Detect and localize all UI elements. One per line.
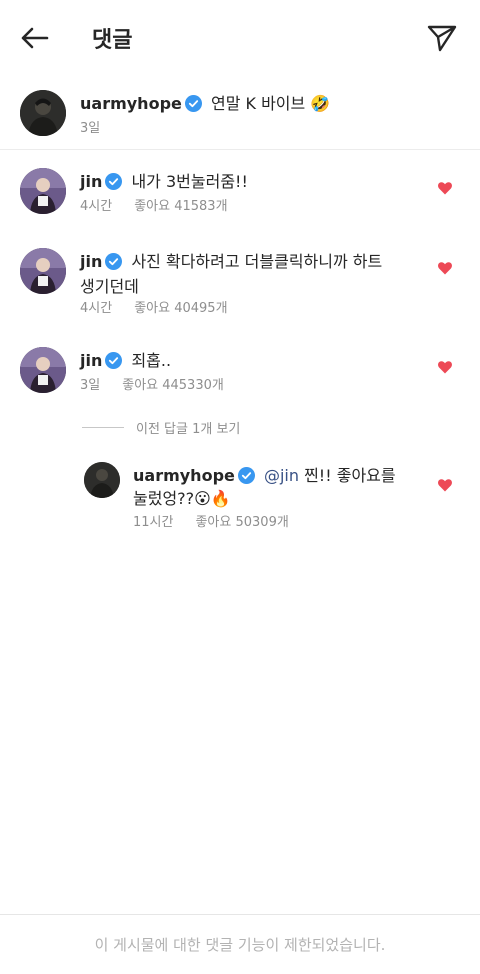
- heart-icon[interactable]: [437, 180, 453, 196]
- avatar[interactable]: [84, 462, 120, 498]
- comment-text-line: jin 죄홉..: [80, 347, 171, 373]
- comment-text-line: jin 내가 3번눌러줌!!: [80, 168, 248, 194]
- post-caption: uarmyhope 연말 K 바이브 🤣 3일: [0, 78, 480, 150]
- reply-time: 11시간: [133, 515, 174, 530]
- verified-badge-icon: [105, 352, 123, 373]
- comment-likes[interactable]: 좋아요 445330개: [122, 378, 224, 393]
- replies-divider: [82, 427, 124, 428]
- verified-badge-icon: [237, 467, 255, 488]
- reply-username[interactable]: uarmyhope: [133, 466, 235, 485]
- comment-text: 내가 3번눌러줌!!: [131, 172, 248, 191]
- comment-text-continued: 생기던데: [80, 277, 139, 296]
- back-arrow-icon: [21, 27, 49, 49]
- reply-meta: 11시간 좋아요 50309개: [133, 511, 289, 530]
- caption-time: 3일: [80, 121, 101, 136]
- comment-meta: 4시간 좋아요 40495개: [80, 297, 228, 316]
- comment-text: 죄홉..: [131, 351, 172, 370]
- send-icon: [427, 25, 457, 52]
- comments-restricted-notice: 이 게시물에 대한 댓글 기능이 제한되었습니다.: [0, 914, 480, 974]
- reply-text-continued: 눌렀엉??😮🔥: [133, 489, 231, 508]
- comment-likes[interactable]: 좋아요 41583개: [134, 199, 227, 214]
- comment-text: 사진 확다하려고 더블클릭하니까 하트: [131, 252, 383, 271]
- verified-badge-icon: [105, 173, 123, 194]
- reply-mention[interactable]: @jin: [264, 466, 299, 485]
- heart-icon[interactable]: [437, 359, 453, 375]
- comment-time: 4시간: [80, 301, 113, 316]
- page-title: 댓글: [92, 28, 133, 53]
- caption-text: 연말 K 바이브 🤣: [210, 94, 331, 113]
- header: 댓글: [0, 0, 480, 74]
- back-button[interactable]: [16, 20, 52, 56]
- comment-time: 3일: [80, 378, 101, 393]
- comment-username[interactable]: jin: [80, 351, 102, 370]
- comment-likes[interactable]: 좋아요 40495개: [134, 301, 227, 316]
- caption-text-line: uarmyhope 연말 K 바이브 🤣: [80, 90, 330, 116]
- avatar[interactable]: [20, 168, 66, 214]
- avatar[interactable]: [20, 347, 66, 393]
- comment-time: 4시간: [80, 199, 113, 214]
- comment-meta: 3일 좋아요 445330개: [80, 374, 224, 393]
- avatar[interactable]: [20, 90, 66, 136]
- comment-username[interactable]: jin: [80, 252, 102, 271]
- verified-badge-icon: [184, 95, 202, 116]
- comment-username[interactable]: jin: [80, 172, 102, 191]
- view-previous-replies[interactable]: 이전 답글 1개 보기: [82, 418, 240, 437]
- reply-likes[interactable]: 좋아요 50309개: [195, 515, 288, 530]
- comment-meta: 4시간 좋아요 41583개: [80, 195, 228, 214]
- comment-text-line: jin 사진 확다하려고 더블클릭하니까 하트: [80, 248, 382, 274]
- reply-text: 찐!! 좋아요를: [299, 466, 396, 485]
- avatar[interactable]: [20, 248, 66, 294]
- share-button[interactable]: [424, 20, 460, 56]
- caption-username[interactable]: uarmyhope: [80, 94, 182, 113]
- verified-badge-icon: [105, 253, 123, 274]
- notice-text: 이 게시물에 대한 댓글 기능이 제한되었습니다.: [94, 936, 386, 954]
- heart-icon[interactable]: [437, 477, 453, 493]
- view-replies-label: 이전 답글 1개 보기: [136, 422, 241, 437]
- heart-icon[interactable]: [437, 260, 453, 276]
